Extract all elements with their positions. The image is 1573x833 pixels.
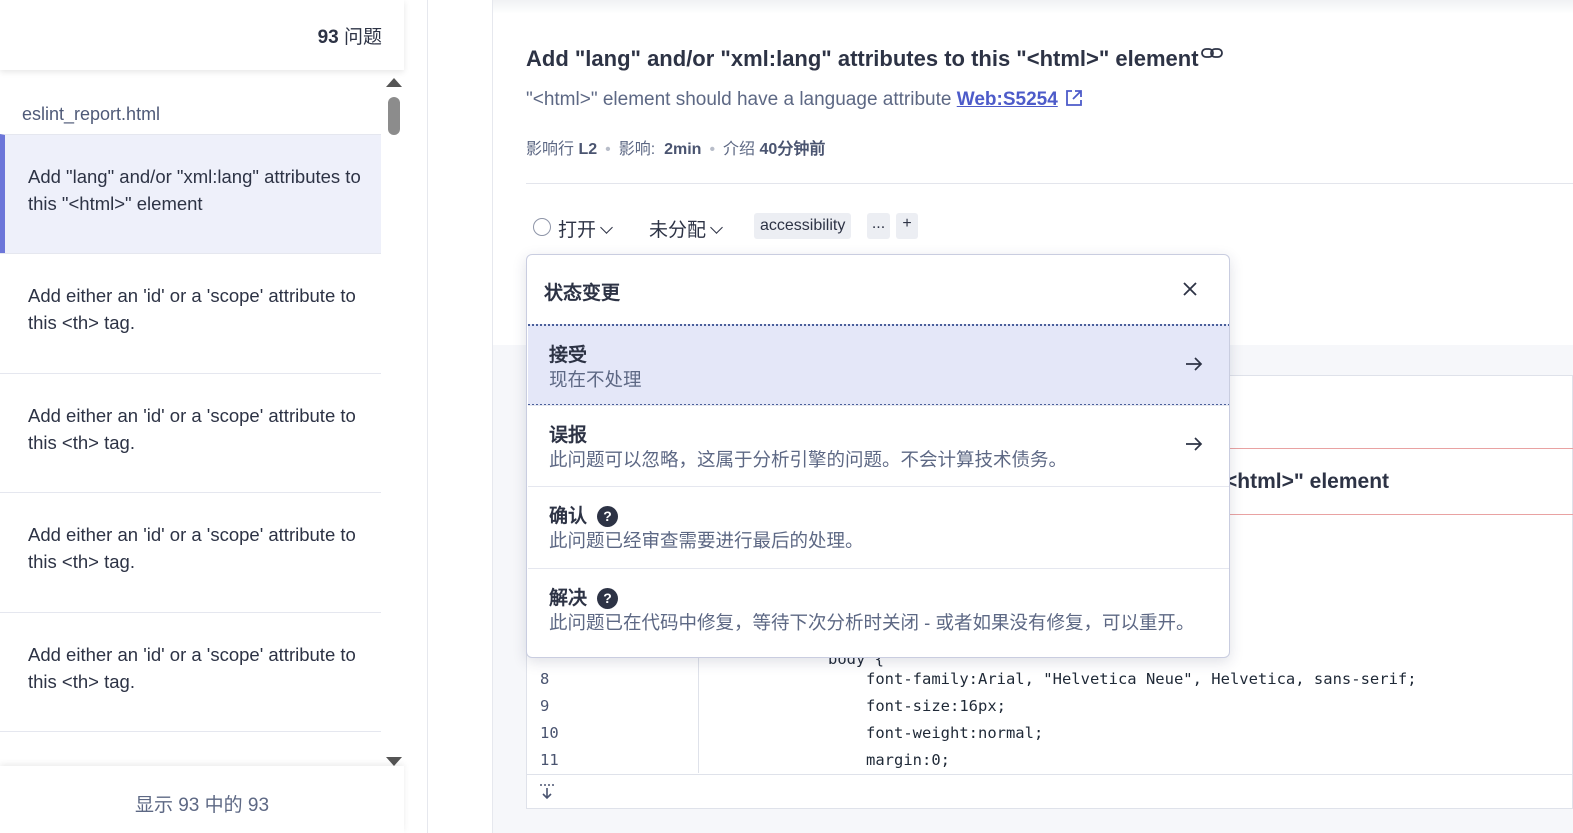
chevron-down-icon: [710, 221, 723, 234]
rule-description-text: "<html>" element should have a language …: [526, 89, 957, 110]
effort-label: 影响:: [618, 141, 656, 158]
issue-list-item[interactable]: Add either an 'id' or a 'scope' attribut…: [0, 611, 381, 731]
sidebar-footer-count: 显示 93 中的 93: [0, 766, 404, 833]
issue-list-item[interactable]: Add either an 'id' or a 'scope' attribut…: [0, 372, 381, 492]
issue-list-item[interactable]: Add either an 'id' or a 'scope' attribut…: [0, 253, 381, 373]
assignee-dropdown[interactable]: 未分配: [649, 215, 723, 242]
intro-label: 介绍: [723, 141, 756, 158]
code-line-source: font-size:16px;: [866, 697, 1006, 715]
line-label: 影响行: [526, 141, 575, 158]
issues-sidebar: 93 问题 eslint_report.html Add "lang" and/…: [0, 0, 404, 833]
close-icon[interactable]: [1179, 278, 1201, 300]
option-description: 此问题已在代码中修复，等待下次分析时关闭 - 或者如果没有修复，可以重开。: [549, 612, 1195, 633]
issue-count-suffix: 问题: [338, 27, 382, 48]
option-title: 误报: [549, 425, 588, 446]
code-line: 9 font-size:16px;: [526, 693, 1573, 720]
issue-list-item[interactable]: Add either an 'id' or a 'scope' attribut…: [0, 492, 381, 612]
status-circle-icon: [533, 218, 551, 236]
issue-list: Add "lang" and/or "xml:lang" attributes …: [0, 134, 381, 766]
code-line-source: font-family:Arial, "Helvetica Neue", Hel…: [866, 670, 1417, 688]
issue-list-item[interactable]: Add either an 'id' or a 'scope' attribut…: [0, 731, 381, 766]
issue-actions-row: 打开 未分配 accessibility ... +: [526, 212, 1126, 242]
file-name: eslint_report.html: [22, 104, 161, 124]
scroll-down-arrow-icon[interactable]: [386, 757, 402, 766]
option-title-text: 确认: [549, 506, 588, 527]
status-option-confirm[interactable]: 确认? 此问题已经审查需要进行最后的处理。: [528, 486, 1229, 568]
status-change-popover: 状态变更 接受 现在不处理 误报 此问题可以忽略，这属于分析引擎的问题。不会计算…: [526, 254, 1230, 658]
option-title: 确认?: [549, 501, 619, 528]
tag-add-button[interactable]: +: [896, 213, 918, 239]
scrollbar[interactable]: [386, 78, 402, 766]
issue-count: 93 问题: [318, 22, 382, 49]
help-icon[interactable]: ?: [597, 588, 619, 609]
option-title: 接受: [549, 345, 588, 366]
panel-divider: [427, 0, 428, 833]
scrollbar-thumb[interactable]: [388, 97, 400, 135]
expand-code-bar[interactable]: [526, 774, 1573, 809]
status-dropdown[interactable]: 打开: [558, 215, 613, 242]
tag-accessibility[interactable]: accessibility: [754, 213, 852, 239]
status-option-accept[interactable]: 接受 现在不处理: [528, 324, 1229, 406]
sidebar-header: 93 问题: [0, 0, 404, 70]
line-number: 8: [540, 670, 550, 688]
line-value: L2: [578, 141, 598, 158]
external-link-icon[interactable]: [1064, 88, 1084, 108]
code-line: 11 margin:0;: [526, 747, 1573, 774]
status-label: 打开: [558, 220, 597, 241]
option-title-text: 解决: [549, 588, 588, 609]
intro-value: 40分钟前: [759, 141, 826, 158]
arrow-right-icon: [1186, 357, 1203, 371]
code-line: 10 font-weight:normal;: [526, 720, 1573, 747]
issue-count-number: 93: [317, 27, 339, 48]
option-description: 现在不处理: [549, 369, 642, 390]
issue-list-item-selected[interactable]: Add "lang" and/or "xml:lang" attributes …: [0, 134, 381, 253]
assignee-label: 未分配: [649, 220, 707, 241]
rule-link[interactable]: Web:S5254: [957, 89, 1058, 110]
popover-header: 状态变更: [527, 255, 1229, 325]
issue-list-scroll-area: eslint_report.html Add "lang" and/or "xm…: [0, 70, 404, 766]
meta-divider: [526, 183, 1573, 184]
arrow-right-icon: [1186, 437, 1203, 451]
issue-meta-row: 影响行 L2 • 影响: 2min • 介绍 40分钟前: [526, 141, 826, 158]
chevron-down-icon: [600, 221, 613, 234]
rule-description: "<html>" element should have a language …: [526, 88, 1084, 111]
code-line-source: margin:0;: [866, 751, 950, 769]
issue-title: Add "lang" and/or "xml:lang" attributes …: [526, 46, 1199, 71]
issue-highlight-border: [1193, 514, 1573, 515]
line-number: 10: [540, 724, 559, 742]
option-description: 此问题可以忽略，这属于分析引擎的问题。不会计算技术债务。: [549, 449, 1068, 470]
code-line: 8 font-family:Arial, "Helvetica Neue", H…: [526, 666, 1573, 693]
permalink-icon[interactable]: [1199, 44, 1225, 64]
help-icon[interactable]: ?: [597, 506, 619, 527]
tag-more-button[interactable]: ...: [867, 213, 890, 239]
line-number: 11: [540, 751, 559, 769]
code-line-source: font-weight:normal;: [866, 724, 1044, 742]
option-description: 此问题已经审查需要进行最后的处理。: [549, 530, 864, 551]
option-title: 解决?: [549, 583, 619, 610]
popover-title: 状态变更: [544, 283, 621, 304]
status-option-false-positive[interactable]: 误报 此问题可以忽略，这属于分析引擎的问题。不会计算技术债务。: [528, 405, 1229, 487]
scroll-up-arrow-icon[interactable]: [386, 78, 402, 87]
status-option-resolve[interactable]: 解决? 此问题已在代码中修复，等待下次分析时关闭 - 或者如果没有修复，可以重开…: [528, 568, 1229, 650]
line-number: 9: [540, 697, 550, 715]
expand-down-icon[interactable]: [538, 783, 556, 801]
code-issue-message: <html>" element: [1225, 470, 1390, 493]
effort-value: 2min: [664, 141, 702, 158]
top-shade: [493, 0, 1573, 14]
issue-highlight-border: [1193, 448, 1573, 449]
